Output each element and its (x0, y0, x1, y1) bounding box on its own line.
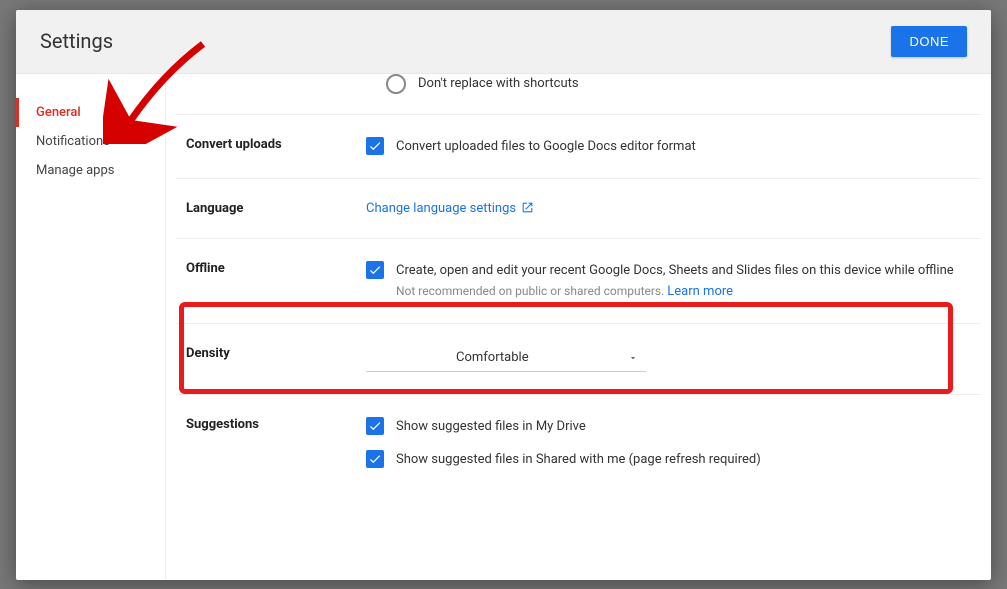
check-icon (368, 139, 382, 153)
sidebar-item-general[interactable]: General (16, 98, 165, 127)
section-heading: Suggestions (186, 417, 366, 469)
density-dropdown[interactable]: Comfortable (366, 346, 646, 372)
radio-dont-replace[interactable] (386, 74, 406, 94)
check-icon (368, 452, 382, 466)
sidebar-item-manage-apps[interactable]: Manage apps (16, 156, 165, 185)
dropdown-value: Comfortable (456, 350, 529, 365)
shortcut-row: Don't replace with shortcuts (176, 74, 981, 115)
sidebar-item-label: Notifications (36, 134, 110, 149)
checkbox-label: Show suggested files in Shared with me (… (396, 450, 761, 469)
check-icon (368, 419, 382, 433)
learn-more-link[interactable]: Learn more (667, 284, 733, 299)
external-link-icon (521, 201, 534, 214)
settings-content[interactable]: Don't replace with shortcuts Convert upl… (166, 74, 991, 580)
section-offline: Offline Create, open and edit your recen… (176, 239, 981, 324)
checkbox-offline[interactable] (366, 261, 384, 279)
check-icon (368, 263, 382, 277)
checkbox-suggest-shared[interactable] (366, 450, 384, 468)
done-button[interactable]: DONE (891, 26, 967, 57)
dialog-body: General Notifications Manage apps Don't … (16, 74, 991, 580)
checkbox-label: Convert uploaded files to Google Docs ed… (396, 137, 696, 156)
dialog-title: Settings (40, 29, 113, 53)
section-convert-uploads: Convert uploads Convert uploaded files t… (176, 115, 981, 179)
section-suggestions: Suggestions Show suggested files in My D… (176, 395, 981, 491)
checkbox-label: Show suggested files in My Drive (396, 417, 586, 436)
section-heading: Offline (186, 261, 366, 301)
offline-hint: Not recommended on public or shared comp… (396, 283, 954, 301)
settings-dialog: Settings DONE General Notifications Mana… (16, 10, 991, 580)
checkbox-convert-uploads[interactable] (366, 137, 384, 155)
section-heading: Density (186, 346, 366, 372)
settings-sidebar: General Notifications Manage apps (16, 74, 166, 580)
section-language: Language Change language settings (176, 179, 981, 239)
section-heading: Language (186, 201, 366, 216)
checkbox-label: Create, open and edit your recent Google… (396, 262, 954, 280)
sidebar-item-notifications[interactable]: Notifications (16, 127, 165, 156)
radio-label: Don't replace with shortcuts (418, 76, 579, 91)
caret-down-icon (628, 353, 638, 363)
section-density: Density Comfortable (176, 324, 981, 395)
checkbox-suggest-mydrive[interactable] (366, 417, 384, 435)
sidebar-item-label: General (36, 105, 81, 120)
link-label: Change language settings (366, 201, 516, 216)
dialog-header: Settings DONE (16, 10, 991, 74)
change-language-link[interactable]: Change language settings (366, 201, 534, 216)
section-heading: Convert uploads (186, 137, 366, 156)
sidebar-item-label: Manage apps (36, 163, 114, 178)
